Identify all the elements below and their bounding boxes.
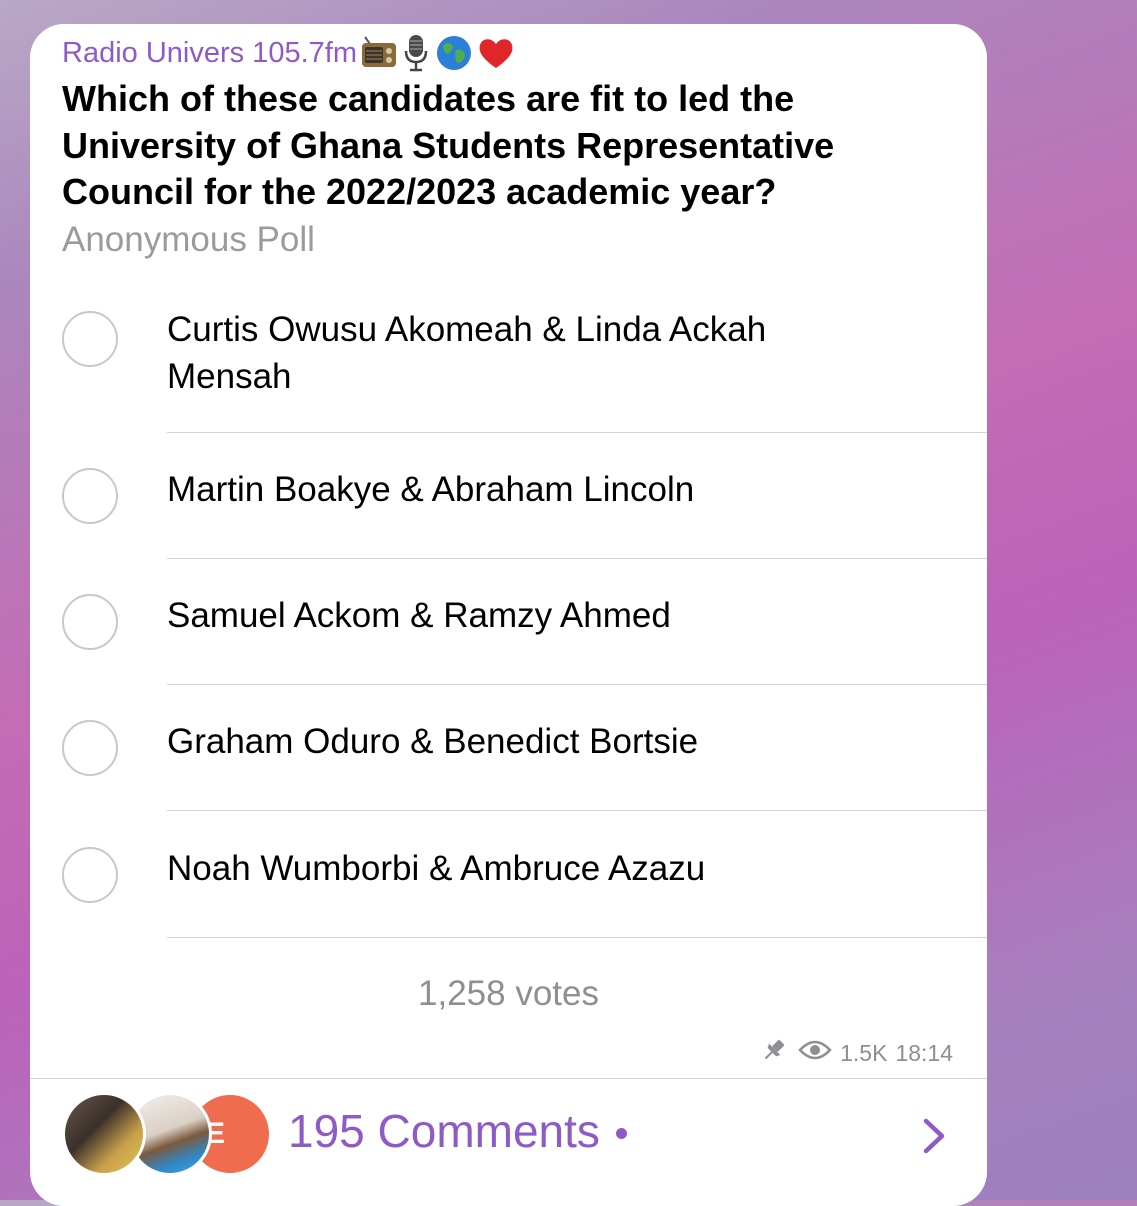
radio-button[interactable] <box>62 468 118 524</box>
option-divider <box>167 684 987 685</box>
eye-icon <box>798 1039 832 1067</box>
radio-icon <box>361 36 397 70</box>
footer-divider <box>30 1078 987 1079</box>
option-label: Noah Wumborbi & Ambruce Azazu <box>167 849 706 888</box>
comments-button[interactable]: 195 Comments <box>288 1104 627 1158</box>
microphone-icon <box>401 34 431 72</box>
radio-button[interactable] <box>62 720 118 776</box>
poll-question: Which of these candidates are fit to led… <box>62 78 835 212</box>
vote-count: 1,258 votes <box>418 974 599 1013</box>
radio-button[interactable] <box>62 847 118 903</box>
message-meta: 1.5K 18:14 <box>760 1036 953 1070</box>
heart-icon <box>477 35 515 71</box>
option-divider <box>167 558 987 559</box>
option-label: Samuel Ackom & Ramzy Ahmed <box>167 596 671 635</box>
unread-dot <box>615 1127 627 1139</box>
avatar <box>62 1092 146 1176</box>
message-bubble: Radio Univers 105.7fm Which of these can… <box>30 24 987 1206</box>
radio-button[interactable] <box>62 311 118 367</box>
option-divider <box>167 810 987 811</box>
view-count: 1.5K <box>840 1039 888 1066</box>
option-divider <box>167 937 987 938</box>
option-label: Graham Oduro & Benedict Bortsie <box>167 722 699 761</box>
option-label: Martin Boakye & Abraham Lincoln <box>167 470 695 509</box>
channel-name[interactable]: Radio Univers 105.7fm <box>62 34 515 72</box>
pin-icon <box>760 1036 788 1070</box>
commenter-avatars[interactable]: E <box>62 1092 272 1178</box>
radio-button[interactable] <box>62 594 118 650</box>
globe-icon <box>435 34 473 72</box>
poll-type-label: Anonymous Poll <box>62 220 315 259</box>
option-label: Curtis Owusu Akomeah & Linda Ackah Mensa… <box>167 310 767 396</box>
comments-label: 195 Comments <box>288 1105 600 1157</box>
channel-name-label: Radio Univers 105.7fm <box>62 36 357 69</box>
message-time: 18:14 <box>895 1039 953 1066</box>
chevron-right-icon[interactable] <box>921 1116 947 1161</box>
option-divider <box>167 432 987 433</box>
